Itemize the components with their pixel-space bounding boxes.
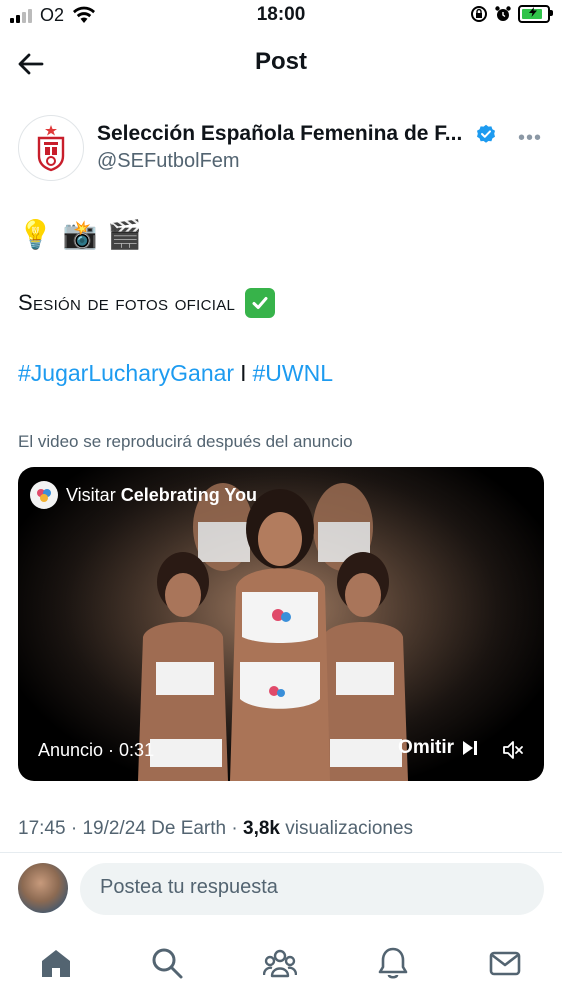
hashtag-link-jugarlucharyganar[interactable]: #JugarLucharyGanar [18,360,234,386]
alarm-icon [495,6,511,21]
mute-icon[interactable] [502,739,524,761]
emoji-line: 💡 📸 🎬 [18,218,144,251]
hashtags-line: #JugarLucharyGanar I #UWNL [18,360,333,387]
video-notice: El video se reproducirá después del anun… [18,432,353,451]
page-title: Post [254,48,307,75]
post-source: De Earth [151,818,227,839]
video-player[interactable]: Visitar Celebrating You Anuncio · 0:31 O… [18,467,544,781]
author-handle[interactable]: @SEFutbolFem [97,150,240,173]
status-bar: O2 18:00 [0,0,562,32]
hashtag-separator: I [240,360,247,386]
session-line: Sesión de fotos oficial [18,288,276,318]
bottom-tab-bar [0,932,562,1000]
ad-advertiser-name: Celebrating You [120,484,258,505]
skip-next-icon [463,741,477,755]
rotation-lock-icon [471,6,487,22]
battery-icon [518,5,553,23]
ad-countdown: Anuncio · 0:31 [38,740,155,760]
views-count[interactable]: 3,8k [243,818,280,839]
communities-icon[interactable] [263,946,297,980]
lightbulb-emoji-icon: 💡 [18,219,53,250]
author-name[interactable]: Selección Española Femenina de F... [97,122,462,146]
session-text: Sesión de fotos oficial [18,290,236,315]
camera-flash-emoji-icon: 📸 [62,219,98,250]
post-time: 17:45 [18,818,66,839]
search-icon[interactable] [150,946,184,980]
views-label: visualizaciones [285,818,414,839]
check-mark-emoji-icon [245,288,276,318]
federation-crest-icon [37,125,65,172]
clapper-board-emoji-icon: 🎬 [107,219,143,250]
advertiser-logo-icon [30,481,58,509]
divider [0,852,562,853]
author-avatar[interactable] [18,115,84,181]
ad-visit-prefix: Visitar [66,484,116,505]
status-icons [470,5,553,23]
ad-advertiser-link[interactable]: Visitar Celebrating You [30,481,257,509]
user-avatar[interactable] [18,863,68,913]
verified-badge-icon [477,124,495,143]
messages-icon[interactable] [488,946,522,980]
notifications-icon[interactable] [376,946,410,980]
post-date: 19/2/24 [82,818,146,839]
hashtag-link-uwnl[interactable]: #UWNL [252,360,333,386]
ad-video-frame [18,467,544,781]
home-icon[interactable] [39,946,73,980]
skip-ad-button[interactable]: Omitir [398,737,478,759]
skip-ad-label: Omitir [398,737,454,758]
post-meta: 17:45 · 19/2/24 De Earth · 3,8k visualiz… [18,818,414,839]
reply-input[interactable]: Postea tu respuesta [80,863,544,915]
more-options-icon[interactable]: ••• [518,127,542,150]
